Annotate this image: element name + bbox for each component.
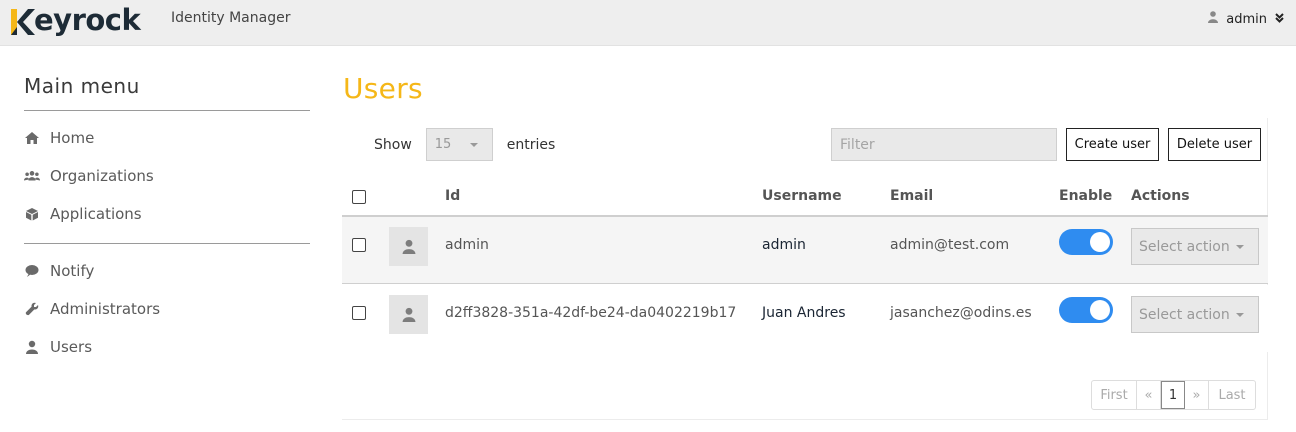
toggle-knob [1090,232,1110,252]
page-length-control: Show 15 entries [374,128,555,161]
delete-user-button[interactable]: Delete user [1168,128,1261,161]
table-header: Id Username Email Enable Actions [342,176,1268,217]
sidebar-group-main: Home Organizations Applications [24,111,310,243]
logo-text: eyrock [34,3,141,37]
sidebar-item-label: Notify [50,262,95,280]
action-select[interactable]: Select action [1131,296,1259,333]
pagination: First « 1 » Last [1091,380,1256,410]
pagination-first[interactable]: First [1092,381,1137,409]
wrench-icon [24,302,40,316]
filter-input[interactable] [831,128,1057,161]
keyrock-logo[interactable]: eyrock [8,0,141,40]
user-id[interactable]: admin [445,237,489,253]
column-header-email[interactable]: Email [890,188,933,204]
avatar [389,295,428,334]
user-menu-dropdown[interactable]: admin [1208,11,1284,27]
avatar [389,227,428,266]
enable-toggle[interactable] [1059,297,1113,323]
select-all-checkbox[interactable] [352,190,366,204]
user-username: Juan Andres [762,305,846,321]
app-name: Identity Manager [171,10,291,26]
page-title: Users [343,72,423,105]
cube-icon [24,207,40,221]
column-header-enable[interactable]: Enable [1059,188,1112,204]
sidebar-item-administrators[interactable]: Administrators [24,290,310,328]
pagination-next[interactable]: » [1185,381,1209,409]
users-group-icon [24,169,40,183]
action-select-value: Select action [1139,306,1230,323]
user-username: admin [762,237,806,253]
toggle-knob [1090,300,1110,320]
pagination-last[interactable]: Last [1209,381,1255,409]
caret-down-icon [1236,245,1244,249]
table-row: d2ff3828-351a-42df-be24-da0402219b17 Jua… [342,285,1268,352]
column-header-id[interactable]: Id [445,188,460,204]
top-navbar: eyrock Identity Manager admin [0,0,1296,46]
logo-k-mark [8,3,36,37]
user-email: jasanchez@odins.es [890,305,1032,321]
create-user-button[interactable]: Create user [1066,128,1159,161]
sidebar-item-applications[interactable]: Applications [24,195,310,233]
home-icon [24,131,40,145]
user-id[interactable]: d2ff3828-351a-42df-be24-da0402219b17 [445,305,736,321]
action-select-value: Select action [1139,238,1230,255]
comment-icon [24,264,40,278]
sidebar-item-label: Users [50,338,93,356]
sidebar-item-label: Administrators [50,300,161,318]
sidebar-item-home[interactable]: Home [24,119,310,157]
pagination-current-page[interactable]: 1 [1161,381,1185,409]
sidebar-title: Main menu [24,74,140,98]
sidebar-item-notify[interactable]: Notify [24,252,310,290]
sidebar-item-label: Home [50,129,95,147]
sidebar-item-users[interactable]: Users [24,328,310,366]
action-select[interactable]: Select action [1131,228,1259,265]
user-email: admin@test.com [890,237,1010,253]
double-chevron-down-icon [1275,12,1284,27]
page-length-value: 15 [434,137,452,152]
users-panel: Show 15 entries Create user Delete user … [342,118,1268,420]
user-icon [1208,11,1219,27]
entries-label: entries [506,136,556,153]
column-header-actions: Actions [1131,188,1190,204]
table-row: admin admin admin@test.com Select action [342,217,1268,284]
sidebar: Main menu Home Organizations Application… [24,74,310,376]
enable-toggle[interactable] [1059,229,1113,255]
sidebar-group-admin: Notify Administrators Users [24,244,310,376]
user-menu-label: admin [1226,11,1267,27]
show-label: Show [374,136,412,153]
sidebar-item-label: Organizations [50,167,154,185]
row-checkbox[interactable] [352,306,366,320]
user-icon [24,340,40,354]
column-header-username[interactable]: Username [762,188,842,204]
caret-down-icon [469,143,478,147]
sidebar-item-label: Applications [50,205,142,223]
page-length-select[interactable]: 15 [425,128,493,161]
sidebar-item-organizations[interactable]: Organizations [24,157,310,195]
row-checkbox[interactable] [352,238,366,252]
caret-down-icon [1236,313,1244,317]
pagination-prev[interactable]: « [1137,381,1161,409]
